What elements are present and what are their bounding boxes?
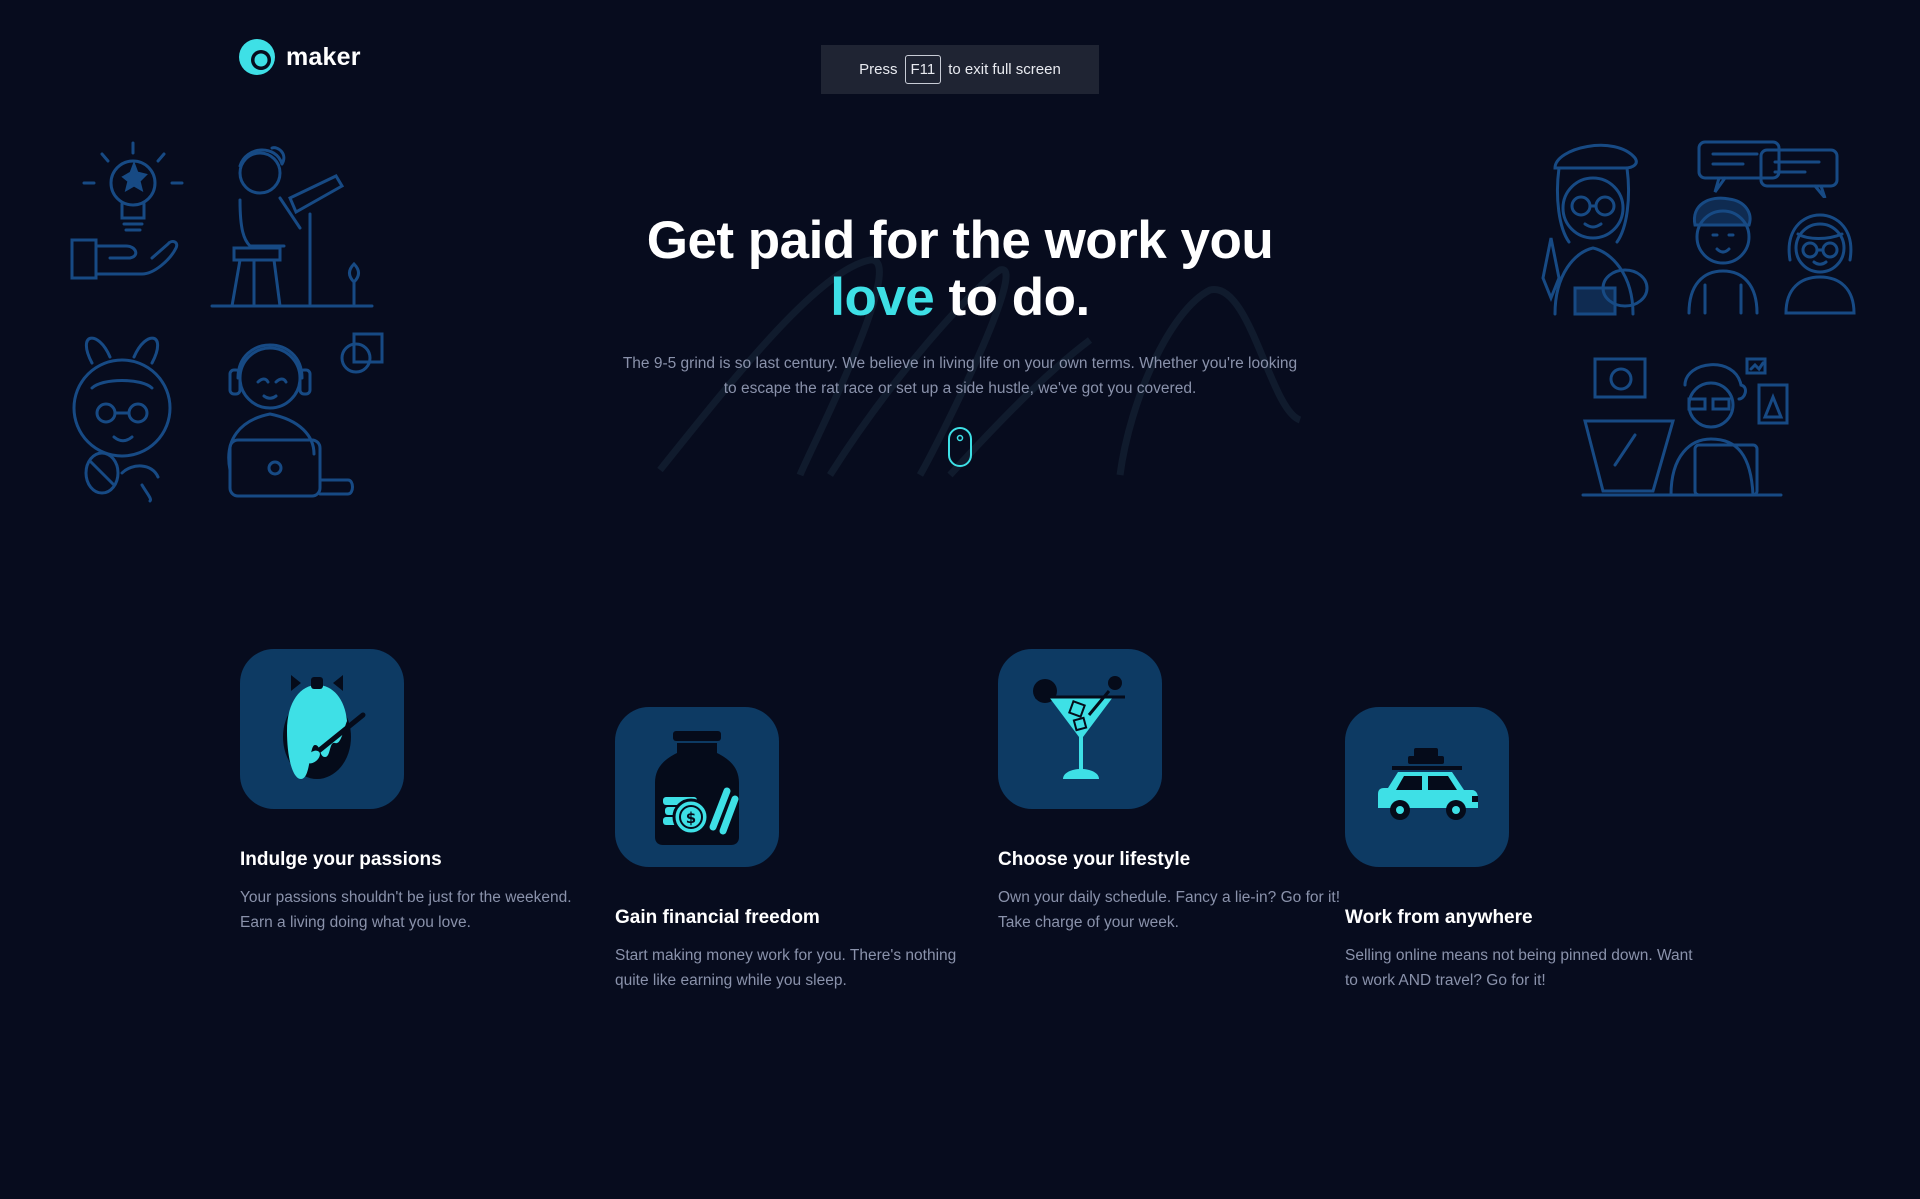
feature-title: Indulge your passions (240, 849, 442, 870)
hero-section: Get paid for the work you love to do. Th… (560, 212, 1360, 401)
chat-bubbles-icon (1697, 140, 1839, 198)
fullscreen-notice-prefix: Press (859, 61, 898, 78)
fullscreen-key: F11 (904, 55, 942, 84)
bunny-costume-person-icon (72, 336, 172, 503)
hero-title-accent: love (830, 268, 935, 327)
brand-name: maker (286, 42, 361, 71)
feature-icon-box (240, 649, 404, 809)
headset-laptop-person-icon (227, 332, 384, 498)
hero-title: Get paid for the work you love to do. (560, 212, 1360, 326)
feature-icon-box (998, 649, 1162, 809)
svg-text:$: $ (686, 809, 696, 827)
fullscreen-notice-suffix: to exit full screen (948, 61, 1061, 78)
feature-title: Work from anywhere (1345, 907, 1533, 928)
feature-financial-freedom: $ Gain financial freedom Start making mo… (615, 707, 965, 993)
feature-icon-box (1345, 707, 1509, 867)
feature-choose-lifestyle: Choose your lifestyle Own your daily sch… (998, 649, 1348, 935)
feature-title: Gain financial freedom (615, 907, 820, 928)
brand-logo[interactable]: maker (238, 38, 361, 76)
feature-text: Your passions shouldn't be just for the … (240, 889, 572, 931)
feature-work-anywhere: Work from anywhere Selling online means … (1345, 707, 1695, 993)
lightbulb-hand-icon (70, 141, 184, 280)
feature-icon-box: $ (615, 707, 779, 867)
person-icon (1687, 196, 1759, 315)
mouse-scroll-icon[interactable] (947, 426, 973, 468)
feature-title: Choose your lifestyle (998, 849, 1191, 870)
painter-palette-icon (1541, 143, 1649, 316)
designer-at-desk-icon (1581, 357, 1789, 497)
cocktail-icon (1033, 676, 1125, 779)
hero-title-line1: Get paid for the work you (646, 211, 1274, 270)
feature-indulge-passions: Indulge your passions Your passions shou… (240, 649, 590, 935)
money-jar-icon: $ (655, 731, 739, 845)
woman-glasses-icon (1784, 213, 1856, 315)
artist-at-easel-icon (210, 146, 374, 308)
landing-page: maker Press F11 to exit full screen Get … (0, 0, 1920, 1199)
feature-text: Own your daily schedule. Fancy a lie-in?… (998, 889, 1341, 931)
feature-text: Selling online means not being pinned do… (1345, 947, 1693, 989)
paint-egg-icon (283, 675, 366, 779)
hero-subtitle: The 9-5 grind is so last century. We bel… (622, 355, 1298, 397)
feature-text: Start making money work for you. There's… (615, 947, 957, 989)
car-roof-luggage-icon (1378, 748, 1478, 820)
fullscreen-notice: Press F11 to exit full screen (821, 45, 1099, 94)
maker-logo-icon (239, 39, 275, 75)
hero-title-rest: to do. (948, 268, 1091, 327)
